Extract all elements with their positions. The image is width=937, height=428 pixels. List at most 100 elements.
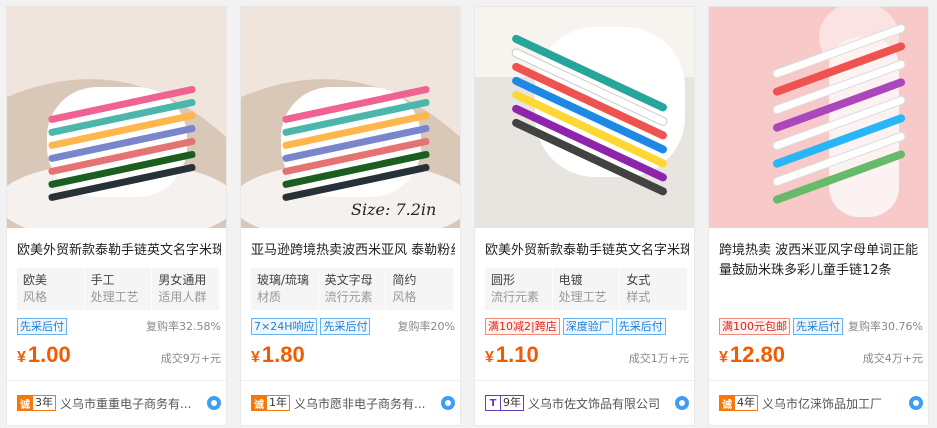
price-value: 1.10 — [495, 342, 539, 367]
attribute-key: 风格 — [392, 290, 417, 304]
price-value: 12.80 — [729, 342, 785, 367]
chat-icon[interactable] — [909, 396, 923, 410]
price-row: ¥1.80 — [251, 342, 455, 372]
attribute-value: 手工 — [90, 273, 115, 287]
product-card[interactable]: 欧美外贸新款泰勒手链英文名字米珠 欧美 风格 手工 处理工艺 男女通用 适用人群… — [6, 6, 227, 426]
tag-row: 满100元包邮 先采后付 复购率30.76% — [719, 317, 923, 335]
attribute: 欧美 风格 — [17, 268, 85, 310]
attribute-key: 流行元素 — [491, 290, 540, 304]
chat-icon[interactable] — [441, 396, 455, 410]
divider — [475, 380, 694, 381]
attribute-value: 英文字母 — [324, 273, 373, 287]
price: ¥1.10 — [485, 342, 539, 368]
divider — [7, 380, 226, 381]
product-title[interactable]: 跨境热卖 波西米亚风字母单词正能量鼓励米珠多彩儿童手链12条 — [719, 241, 923, 281]
product-attributes: 玻璃/琉璃 材质 英文字母 流行元素 简约 风格 — [251, 268, 453, 310]
shop-name[interactable]: 义乌市重重电子商务有... — [60, 395, 201, 412]
service-tag: 先采后付 — [17, 317, 67, 335]
years-badge: 9年 — [501, 395, 524, 411]
price-value: 1.80 — [261, 342, 305, 367]
sales-volume: 成交9万+元 — [160, 352, 221, 365]
product-image[interactable] — [475, 7, 694, 228]
shop-row[interactable]: T 9年 义乌市佐文饰品有限公司 — [485, 393, 689, 413]
attribute-key: 适用人群 — [158, 290, 207, 304]
tp-badge-icon: T — [485, 395, 501, 411]
attribute-value: 简约 — [392, 273, 417, 287]
product-image[interactable] — [709, 7, 928, 228]
trust-badge-icon: 诚 — [251, 395, 267, 411]
price-row: ¥1.00 成交9万+元 — [17, 342, 221, 372]
attribute-value: 玻璃/琉璃 — [257, 273, 310, 287]
tag-row: 先采后付 复购率32.58% — [17, 317, 221, 335]
attribute-key: 处理工艺 — [558, 290, 607, 304]
shop-name[interactable]: 义乌市愿非电子商务有... — [294, 395, 435, 412]
product-card[interactable]: Size: 7.2in 亚马逊跨境热卖波西米亚风 泰勒粉丝 玻璃/琉璃 材质 英… — [240, 6, 461, 426]
attribute: 英文字母 流行元素 — [319, 268, 387, 310]
shop-name[interactable]: 义乌市亿涞饰品加工厂 — [762, 395, 903, 412]
price-row: ¥12.80 成交4万+元 — [719, 342, 923, 372]
product-card[interactable]: 欧美外贸新款泰勒手链英文名字米珠 圆形 流行元素 电镀 处理工艺 女式 样式 满… — [474, 6, 695, 426]
years-badge: 1年 — [267, 395, 290, 411]
repurchase-rate: 复购率32.58% — [146, 320, 221, 333]
price: ¥1.00 — [17, 342, 71, 368]
attribute-key: 材质 — [257, 290, 282, 304]
service-tag: 先采后付 — [615, 317, 666, 335]
product-title[interactable]: 亚马逊跨境热卖波西米亚风 泰勒粉丝 — [251, 241, 455, 261]
attribute: 女式 样式 — [620, 268, 687, 310]
currency-symbol: ¥ — [719, 349, 728, 366]
price: ¥12.80 — [719, 342, 785, 368]
attribute-key: 流行元素 — [324, 290, 373, 304]
promo-tag: 满10减2|跨店 — [485, 317, 560, 335]
product-card[interactable]: 跨境热卖 波西米亚风字母单词正能量鼓励米珠多彩儿童手链12条 满100元包邮 先… — [708, 6, 929, 426]
sales-volume: 成交1万+元 — [628, 352, 689, 365]
attribute: 男女通用 适用人群 — [152, 268, 219, 310]
tag-row: 满10减2|跨店 深度验厂 先采后付 — [485, 317, 689, 335]
divider — [709, 380, 928, 381]
attribute-value: 欧美 — [23, 273, 48, 287]
currency-symbol: ¥ — [17, 349, 26, 366]
currency-symbol: ¥ — [251, 349, 260, 366]
trust-badge-icon: 诚 — [17, 395, 33, 411]
divider — [241, 380, 460, 381]
attribute: 手工 处理工艺 — [85, 268, 153, 310]
shop-row[interactable]: 诚 4年 义乌市亿涞饰品加工厂 — [719, 393, 923, 413]
product-title[interactable]: 欧美外贸新款泰勒手链英文名字米珠 — [485, 241, 689, 261]
attribute: 电镀 处理工艺 — [553, 268, 621, 310]
service-tag: 先采后付 — [320, 317, 371, 335]
attribute: 简约 风格 — [386, 268, 453, 310]
years-badge: 3年 — [33, 395, 56, 411]
service-tag: 先采后付 — [793, 317, 843, 335]
product-image[interactable] — [7, 7, 226, 228]
price-row: ¥1.10 成交1万+元 — [485, 342, 689, 372]
sales-volume: 成交4万+元 — [862, 352, 923, 365]
attribute: 玻璃/琉璃 材质 — [251, 268, 319, 310]
shop-row[interactable]: 诚 3年 义乌市重重电子商务有... — [17, 393, 221, 413]
price-value: 1.00 — [27, 342, 71, 367]
service-tag: 7×24H响应 — [251, 317, 318, 335]
currency-symbol: ¥ — [485, 349, 494, 366]
product-attributes: 圆形 流行元素 电镀 处理工艺 女式 样式 — [485, 268, 687, 310]
attribute-key: 样式 — [626, 290, 651, 304]
years-badge: 4年 — [735, 395, 758, 411]
product-grid: 欧美外贸新款泰勒手链英文名字米珠 欧美 风格 手工 处理工艺 男女通用 适用人群… — [0, 0, 937, 428]
attribute-key: 处理工艺 — [90, 290, 139, 304]
promo-tag: 满100元包邮 — [719, 317, 790, 335]
chat-icon[interactable] — [207, 396, 221, 410]
product-title[interactable]: 欧美外贸新款泰勒手链英文名字米珠 — [17, 241, 221, 261]
attribute-value: 女式 — [626, 273, 651, 287]
product-image[interactable]: Size: 7.2in — [241, 7, 460, 228]
repurchase-rate: 复购率20% — [397, 320, 455, 333]
shop-name[interactable]: 义乌市佐文饰品有限公司 — [528, 395, 669, 412]
shop-row[interactable]: 诚 1年 义乌市愿非电子商务有... — [251, 393, 455, 413]
attribute-key: 风格 — [23, 290, 48, 304]
image-watermark: Size: 7.2in — [351, 200, 436, 219]
service-tag: 深度验厂 — [562, 317, 613, 335]
attribute-value: 电镀 — [558, 273, 583, 287]
attribute: 圆形 流行元素 — [485, 268, 553, 310]
repurchase-rate: 复购率30.76% — [848, 320, 923, 333]
product-attributes: 欧美 风格 手工 处理工艺 男女通用 适用人群 — [17, 268, 219, 310]
trust-badge-icon: 诚 — [719, 395, 735, 411]
chat-icon[interactable] — [675, 396, 689, 410]
tag-row: 7×24H响应 先采后付 复购率20% — [251, 317, 455, 335]
attribute-value: 圆形 — [491, 273, 516, 287]
